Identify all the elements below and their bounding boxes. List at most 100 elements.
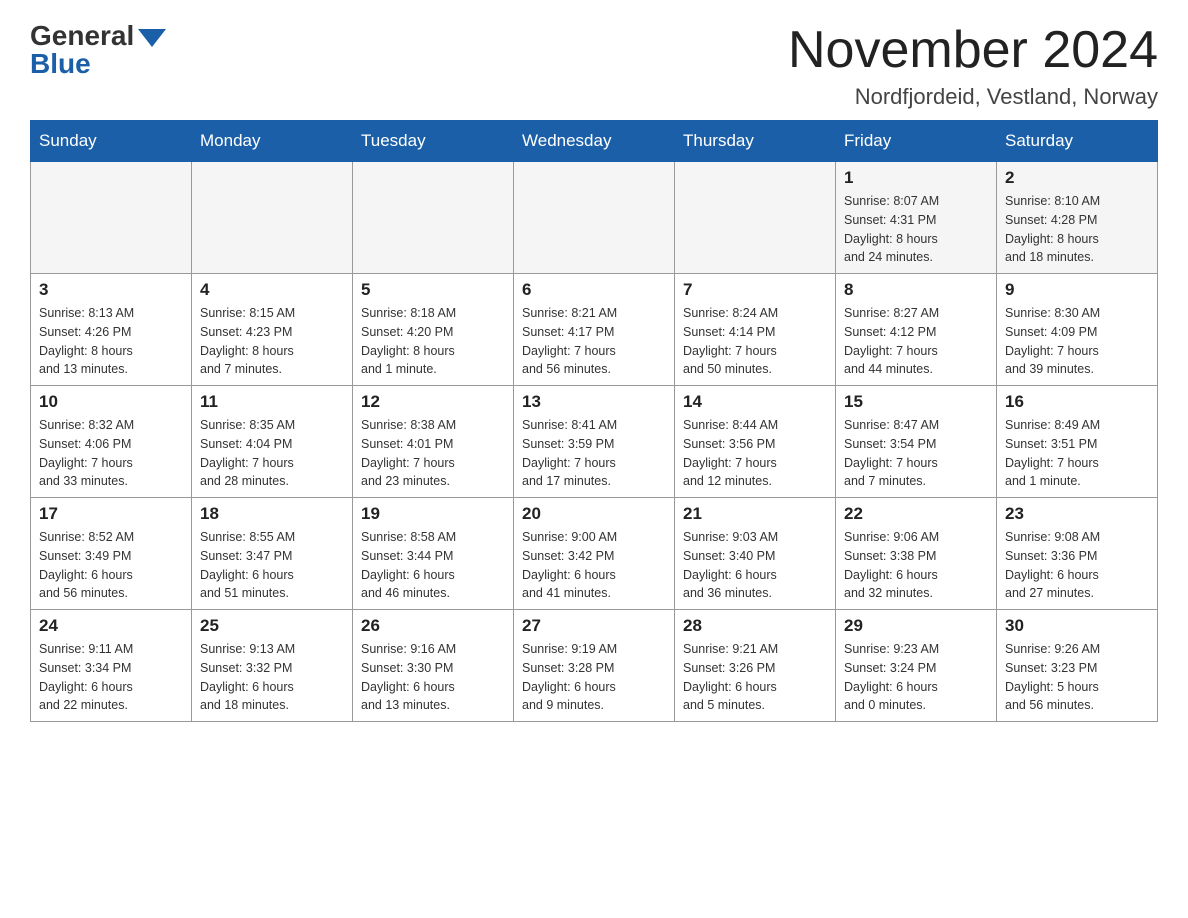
- col-friday: Friday: [836, 121, 997, 162]
- table-row: 3 Sunrise: 8:13 AM Sunset: 4:26 PM Daylig…: [31, 274, 192, 386]
- calendar-week-row: 17 Sunrise: 8:52 AM Sunset: 3:49 PM Dayli…: [31, 498, 1158, 610]
- day-info: Sunrise: 8:13 AM Sunset: 4:26 PM Dayligh…: [39, 304, 183, 379]
- logo: General Blue: [30, 20, 166, 80]
- table-row: 20 Sunrise: 9:00 AM Sunset: 3:42 PM Dayli…: [514, 498, 675, 610]
- day-number: 22: [844, 504, 988, 524]
- location-subtitle: Nordfjordeid, Vestland, Norway: [788, 84, 1158, 110]
- title-section: November 2024 Nordfjordeid, Vestland, No…: [788, 20, 1158, 110]
- day-info: Sunrise: 9:19 AM Sunset: 3:28 PM Dayligh…: [522, 640, 666, 715]
- day-info: Sunrise: 9:00 AM Sunset: 3:42 PM Dayligh…: [522, 528, 666, 603]
- col-thursday: Thursday: [675, 121, 836, 162]
- day-info: Sunrise: 8:18 AM Sunset: 4:20 PM Dayligh…: [361, 304, 505, 379]
- day-number: 20: [522, 504, 666, 524]
- col-sunday: Sunday: [31, 121, 192, 162]
- day-number: 15: [844, 392, 988, 412]
- table-row: 14 Sunrise: 8:44 AM Sunset: 3:56 PM Dayli…: [675, 386, 836, 498]
- month-title: November 2024: [788, 20, 1158, 80]
- table-row: 16Sunrise: 8:49 AM Sunset: 3:51 PM Dayli…: [997, 386, 1158, 498]
- table-row: 19 Sunrise: 8:58 AM Sunset: 3:44 PM Dayli…: [353, 498, 514, 610]
- day-number: 30: [1005, 616, 1149, 636]
- day-info: Sunrise: 8:32 AM Sunset: 4:06 PM Dayligh…: [39, 416, 183, 491]
- logo-blue-text: Blue: [30, 48, 91, 80]
- table-row: 28 Sunrise: 9:21 AM Sunset: 3:26 PM Dayli…: [675, 610, 836, 722]
- table-row: 15 Sunrise: 8:47 AM Sunset: 3:54 PM Dayli…: [836, 386, 997, 498]
- calendar-header-row: Sunday Monday Tuesday Wednesday Thursday…: [31, 121, 1158, 162]
- table-row: 5 Sunrise: 8:18 AM Sunset: 4:20 PM Daylig…: [353, 274, 514, 386]
- day-number: 14: [683, 392, 827, 412]
- day-info: Sunrise: 8:30 AM Sunset: 4:09 PM Dayligh…: [1005, 304, 1149, 379]
- table-row: 25 Sunrise: 9:13 AM Sunset: 3:32 PM Dayli…: [192, 610, 353, 722]
- day-info: Sunrise: 8:27 AM Sunset: 4:12 PM Dayligh…: [844, 304, 988, 379]
- day-number: 11: [200, 392, 344, 412]
- table-row: 10 Sunrise: 8:32 AM Sunset: 4:06 PM Dayli…: [31, 386, 192, 498]
- day-info: Sunrise: 8:35 AM Sunset: 4:04 PM Dayligh…: [200, 416, 344, 491]
- calendar-week-row: 24 Sunrise: 9:11 AM Sunset: 3:34 PM Dayli…: [31, 610, 1158, 722]
- day-info: Sunrise: 8:15 AM Sunset: 4:23 PM Dayligh…: [200, 304, 344, 379]
- day-number: 12: [361, 392, 505, 412]
- table-row: 18Sunrise: 8:55 AM Sunset: 3:47 PM Dayli…: [192, 498, 353, 610]
- table-row: 2 Sunrise: 8:10 AM Sunset: 4:28 PM Daylig…: [997, 162, 1158, 274]
- page-header: General Blue November 2024 Nordfjordeid,…: [30, 20, 1158, 110]
- table-row: 30 Sunrise: 9:26 AM Sunset: 3:23 PM Dayli…: [997, 610, 1158, 722]
- day-info: Sunrise: 8:38 AM Sunset: 4:01 PM Dayligh…: [361, 416, 505, 491]
- day-number: 16: [1005, 392, 1149, 412]
- day-info: Sunrise: 8:44 AM Sunset: 3:56 PM Dayligh…: [683, 416, 827, 491]
- col-wednesday: Wednesday: [514, 121, 675, 162]
- day-info: Sunrise: 9:08 AM Sunset: 3:36 PM Dayligh…: [1005, 528, 1149, 603]
- table-row: 22 Sunrise: 9:06 AM Sunset: 3:38 PM Dayli…: [836, 498, 997, 610]
- table-row: 9 Sunrise: 8:30 AM Sunset: 4:09 PM Daylig…: [997, 274, 1158, 386]
- day-info: Sunrise: 8:10 AM Sunset: 4:28 PM Dayligh…: [1005, 192, 1149, 267]
- table-row: [31, 162, 192, 274]
- day-info: Sunrise: 8:55 AM Sunset: 3:47 PM Dayligh…: [200, 528, 344, 603]
- col-saturday: Saturday: [997, 121, 1158, 162]
- calendar-week-row: 10 Sunrise: 8:32 AM Sunset: 4:06 PM Dayli…: [31, 386, 1158, 498]
- table-row: 23 Sunrise: 9:08 AM Sunset: 3:36 PM Dayli…: [997, 498, 1158, 610]
- table-row: 6 Sunrise: 8:21 AM Sunset: 4:17 PM Daylig…: [514, 274, 675, 386]
- day-number: 5: [361, 280, 505, 300]
- day-number: 9: [1005, 280, 1149, 300]
- day-info: Sunrise: 9:23 AM Sunset: 3:24 PM Dayligh…: [844, 640, 988, 715]
- day-number: 3: [39, 280, 183, 300]
- day-number: 23: [1005, 504, 1149, 524]
- table-row: 24 Sunrise: 9:11 AM Sunset: 3:34 PM Dayli…: [31, 610, 192, 722]
- day-number: 10: [39, 392, 183, 412]
- logo-triangle-icon: [138, 29, 166, 47]
- day-info: Sunrise: 9:26 AM Sunset: 3:23 PM Dayligh…: [1005, 640, 1149, 715]
- day-info: Sunrise: 8:58 AM Sunset: 3:44 PM Dayligh…: [361, 528, 505, 603]
- day-info: Sunrise: 9:21 AM Sunset: 3:26 PM Dayligh…: [683, 640, 827, 715]
- day-number: 1: [844, 168, 988, 188]
- table-row: [353, 162, 514, 274]
- table-row: 29 Sunrise: 9:23 AM Sunset: 3:24 PM Dayli…: [836, 610, 997, 722]
- day-number: 27: [522, 616, 666, 636]
- day-number: 6: [522, 280, 666, 300]
- day-info: Sunrise: 9:13 AM Sunset: 3:32 PM Dayligh…: [200, 640, 344, 715]
- day-number: 26: [361, 616, 505, 636]
- day-number: 2: [1005, 168, 1149, 188]
- day-number: 25: [200, 616, 344, 636]
- table-row: 13Sunrise: 8:41 AM Sunset: 3:59 PM Dayli…: [514, 386, 675, 498]
- table-row: [192, 162, 353, 274]
- day-number: 29: [844, 616, 988, 636]
- col-tuesday: Tuesday: [353, 121, 514, 162]
- day-number: 24: [39, 616, 183, 636]
- day-info: Sunrise: 8:21 AM Sunset: 4:17 PM Dayligh…: [522, 304, 666, 379]
- day-info: Sunrise: 8:52 AM Sunset: 3:49 PM Dayligh…: [39, 528, 183, 603]
- day-info: Sunrise: 8:47 AM Sunset: 3:54 PM Dayligh…: [844, 416, 988, 491]
- table-row: 4 Sunrise: 8:15 AM Sunset: 4:23 PM Daylig…: [192, 274, 353, 386]
- day-info: Sunrise: 9:11 AM Sunset: 3:34 PM Dayligh…: [39, 640, 183, 715]
- day-number: 4: [200, 280, 344, 300]
- day-info: Sunrise: 9:03 AM Sunset: 3:40 PM Dayligh…: [683, 528, 827, 603]
- calendar-week-row: 3 Sunrise: 8:13 AM Sunset: 4:26 PM Daylig…: [31, 274, 1158, 386]
- table-row: 7Sunrise: 8:24 AM Sunset: 4:14 PM Daylig…: [675, 274, 836, 386]
- day-info: Sunrise: 9:16 AM Sunset: 3:30 PM Dayligh…: [361, 640, 505, 715]
- table-row: 27 Sunrise: 9:19 AM Sunset: 3:28 PM Dayli…: [514, 610, 675, 722]
- day-info: Sunrise: 9:06 AM Sunset: 3:38 PM Dayligh…: [844, 528, 988, 603]
- day-number: 28: [683, 616, 827, 636]
- day-number: 17: [39, 504, 183, 524]
- day-info: Sunrise: 8:41 AM Sunset: 3:59 PM Dayligh…: [522, 416, 666, 491]
- table-row: [675, 162, 836, 274]
- day-number: 19: [361, 504, 505, 524]
- day-number: 7: [683, 280, 827, 300]
- day-number: 21: [683, 504, 827, 524]
- calendar-table: Sunday Monday Tuesday Wednesday Thursday…: [30, 120, 1158, 722]
